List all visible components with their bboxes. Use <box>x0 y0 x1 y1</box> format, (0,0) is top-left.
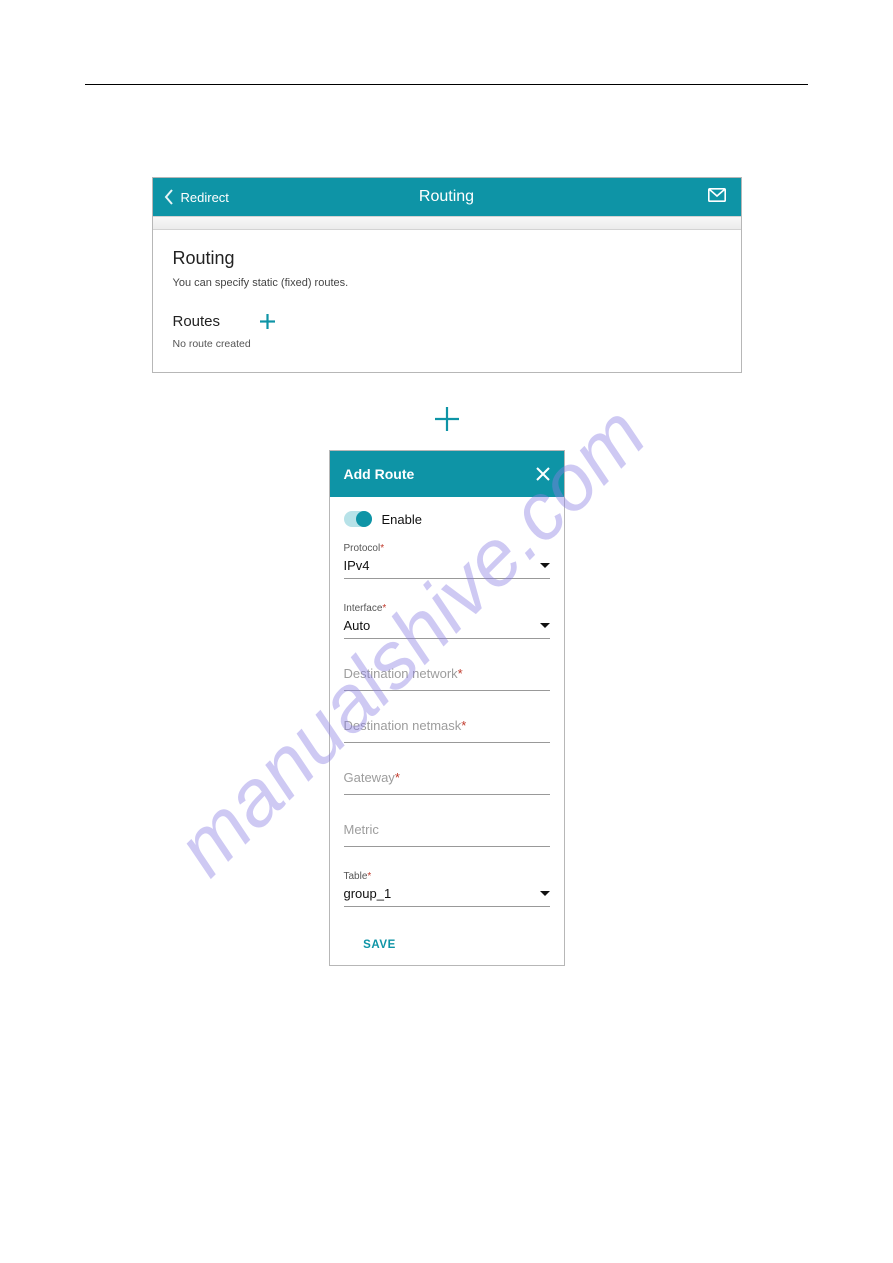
required-marker: * <box>461 718 466 733</box>
table-label: Table* <box>344 871 550 882</box>
back-label: Redirect <box>181 190 229 205</box>
gateway-field[interactable]: Gateway* <box>344 767 550 795</box>
routing-panel-body: Routing You can specify static (fixed) r… <box>153 230 741 372</box>
routes-label: Routes <box>173 313 221 330</box>
back-button[interactable]: Redirect <box>164 189 229 205</box>
routing-panel-header: Redirect Routing <box>153 178 741 216</box>
required-marker: * <box>380 543 384 554</box>
table-label-text: Table <box>344 871 368 882</box>
save-row: SAVE <box>350 927 410 965</box>
add-route-dialog-header: Add Route <box>330 451 564 497</box>
enable-label: Enable <box>382 512 422 527</box>
required-marker: * <box>382 603 386 614</box>
add-route-dialog: Add Route Enable Protocol* IPv4 Interfac… <box>329 450 565 966</box>
destination-netmask-field[interactable]: Destination netmask* <box>344 715 550 743</box>
destination-network-field[interactable]: Destination network* <box>344 663 550 691</box>
required-marker: * <box>395 770 400 785</box>
gateway-placeholder: Gateway* <box>344 770 400 785</box>
routing-section-desc: You can specify static (fixed) routes. <box>173 277 721 289</box>
add-route-dialog-title: Add Route <box>344 466 415 482</box>
enable-toggle[interactable] <box>344 511 372 527</box>
protocol-label: Protocol* <box>344 543 550 554</box>
metric-field[interactable]: Metric <box>344 819 550 847</box>
routing-section-title: Routing <box>173 248 721 269</box>
destination-netmask-placeholder: Destination netmask* <box>344 718 467 733</box>
no-route-text: No route created <box>173 338 721 350</box>
caret-down-icon <box>540 623 550 628</box>
destination-network-placeholder: Destination network* <box>344 666 463 681</box>
protocol-field[interactable]: Protocol* IPv4 <box>344 543 550 579</box>
center-plus-wrap <box>0 407 893 436</box>
interface-label-text: Interface <box>344 603 383 614</box>
required-marker: * <box>458 666 463 681</box>
protocol-value: IPv4 <box>344 558 370 573</box>
interface-value: Auto <box>344 618 371 633</box>
interface-select[interactable]: Auto <box>344 614 550 639</box>
required-marker: * <box>367 871 371 882</box>
add-route-dialog-body: Enable Protocol* IPv4 Interface* Auto De… <box>330 497 564 965</box>
interface-field[interactable]: Interface* Auto <box>344 603 550 639</box>
panel-gradient-divider <box>153 216 741 230</box>
protocol-select[interactable]: IPv4 <box>344 554 550 579</box>
add-route-big-icon[interactable] <box>435 407 459 431</box>
metric-placeholder: Metric <box>344 822 379 837</box>
protocol-label-text: Protocol <box>344 543 381 554</box>
mail-icon[interactable] <box>708 188 726 202</box>
top-rule <box>85 84 808 85</box>
caret-down-icon <box>540 891 550 896</box>
routing-header-title: Routing <box>153 188 741 206</box>
table-value: group_1 <box>344 886 392 901</box>
routing-panel: Redirect Routing Routing You can specify… <box>152 177 742 373</box>
save-button[interactable]: SAVE <box>357 938 402 952</box>
close-icon[interactable] <box>536 467 550 481</box>
table-field[interactable]: Table* group_1 <box>344 871 550 907</box>
routes-header-row: Routes <box>173 313 721 330</box>
caret-down-icon <box>540 563 550 568</box>
add-route-small-icon[interactable] <box>260 314 275 329</box>
table-select[interactable]: group_1 <box>344 882 550 907</box>
interface-label: Interface* <box>344 603 550 614</box>
enable-row: Enable <box>344 511 550 527</box>
chevron-left-icon <box>164 189 174 205</box>
toggle-knob <box>356 511 372 527</box>
